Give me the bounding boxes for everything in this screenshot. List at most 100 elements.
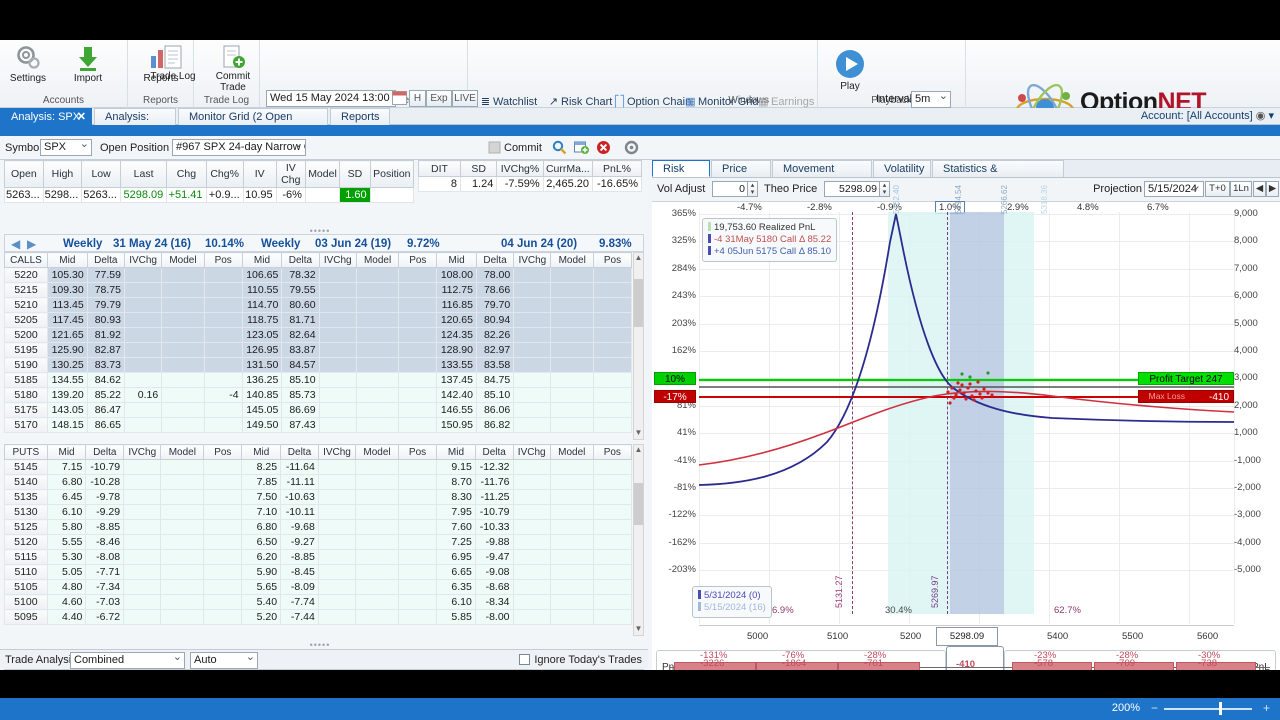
gear-icon[interactable]: [624, 140, 639, 155]
chain-cell[interactable]: [160, 519, 205, 535]
chain-row[interactable]: 5175 143.05 86.47 145.05 86.69 146.55 86.06: [4, 402, 633, 418]
chain-cell[interactable]: [160, 489, 205, 505]
strike-cell[interactable]: 5130: [4, 504, 48, 520]
chain-cell[interactable]: [513, 282, 552, 298]
chain-row[interactable]: 5105 4.80 -7.34 5.65 -8.09 6.35 -8.68: [4, 579, 633, 595]
chain-cell[interactable]: 148.15: [47, 417, 88, 433]
chain-cell[interactable]: 84.75: [475, 372, 515, 388]
chain-cell[interactable]: [355, 564, 399, 580]
chain-cell[interactable]: [160, 549, 205, 565]
chain-cell[interactable]: [203, 549, 243, 565]
chain-cell[interactable]: 78.00: [475, 267, 515, 283]
chain-cell[interactable]: [355, 504, 399, 520]
chain-cell[interactable]: 6.50: [241, 534, 282, 550]
chain-cell[interactable]: [203, 327, 243, 343]
chain-cell[interactable]: [318, 312, 357, 328]
chain-cell[interactable]: [549, 549, 594, 565]
chain-header-model[interactable]: Model: [161, 252, 205, 268]
chain-row[interactable]: 5100 4.60 -7.03 5.40 -7.74 6.10 -8.34: [4, 594, 633, 610]
scroll-thumb[interactable]: [634, 279, 643, 327]
chain-cell[interactable]: [123, 504, 162, 520]
chain-cell[interactable]: 7.50: [241, 489, 282, 505]
chain-cell[interactable]: [203, 357, 243, 373]
chain-cell[interactable]: 4.60: [46, 594, 87, 610]
chain-header-model[interactable]: Model: [549, 444, 594, 460]
chain-cell[interactable]: 83.73: [86, 357, 125, 373]
tab-risk-chart[interactable]: Risk Chart: [652, 160, 710, 191]
chain-cell[interactable]: [123, 564, 162, 580]
search-icon[interactable]: [552, 140, 567, 155]
chain-cell[interactable]: 4.40: [46, 609, 87, 625]
chain-cell[interactable]: [398, 402, 438, 418]
chain-cell[interactable]: [397, 489, 438, 505]
chain-cell[interactable]: [318, 327, 357, 343]
chain-cell[interactable]: [123, 342, 163, 358]
strike-cell[interactable]: 5195: [4, 342, 48, 358]
chain-cell[interactable]: [123, 609, 162, 625]
option-chain-button[interactable]: ⎡⎤ Option Chain: [612, 95, 691, 108]
chain-row[interactable]: 5180 139.20 85.22 0.16 -4 140.85 85.73 142.40 85…: [4, 387, 633, 403]
chain-cell[interactable]: 83.58: [475, 357, 515, 373]
chain-cell[interactable]: [160, 504, 205, 520]
chain-cell[interactable]: [512, 579, 551, 595]
strike-cell[interactable]: 5120: [4, 534, 48, 550]
chain-cell[interactable]: 142.40: [436, 387, 477, 403]
chain-cell[interactable]: [550, 342, 594, 358]
chain-cell[interactable]: -12.32: [474, 459, 514, 475]
chain-cell[interactable]: -10.79: [474, 504, 514, 520]
chain-row[interactable]: 5115 5.30 -8.08 6.20 -8.85 6.95 -9.47: [4, 549, 633, 565]
chain-header-ivchg[interactable]: IVChg: [512, 444, 551, 460]
chain-cell[interactable]: 85.10: [281, 372, 320, 388]
chain-cell[interactable]: [550, 417, 594, 433]
chain-cell[interactable]: 116.85: [436, 297, 477, 313]
chain-cell[interactable]: [203, 504, 243, 520]
chain-cell[interactable]: 7.10: [241, 504, 282, 520]
chain-cell[interactable]: [398, 312, 438, 328]
chain-cell[interactable]: 149.50: [241, 417, 283, 433]
chain-cell[interactable]: [123, 312, 163, 328]
chain-cell[interactable]: -8.09: [280, 579, 319, 595]
chain-header-pos[interactable]: Pos: [592, 252, 633, 268]
chain-cell[interactable]: [512, 519, 551, 535]
account-selector[interactable]: Account: [All Accounts] ◉ ▾: [1141, 108, 1280, 125]
chain-cell[interactable]: [123, 417, 163, 433]
chain-cell[interactable]: 106.65: [241, 267, 283, 283]
chain-cell[interactable]: [123, 459, 162, 475]
chain-header-mid[interactable]: Mid: [436, 252, 477, 268]
chain-cell[interactable]: [317, 609, 357, 625]
chain-cell[interactable]: 130.25: [47, 357, 88, 373]
trading-datetime-input[interactable]: Wed 15 May 2024 13:00: [266, 90, 396, 107]
chain-cell[interactable]: -8.85: [280, 549, 319, 565]
chain-cell[interactable]: [397, 474, 438, 490]
chain-cell[interactable]: 9.15: [436, 459, 476, 475]
chain-cell[interactable]: [550, 267, 594, 283]
chain-cell[interactable]: 83.87: [281, 342, 320, 358]
chain-cell[interactable]: [550, 372, 594, 388]
chain-cell[interactable]: [549, 489, 594, 505]
chain-cell[interactable]: -10.79: [85, 459, 125, 475]
chain-cell[interactable]: [161, 267, 205, 283]
chain-header-delta[interactable]: Delta: [474, 444, 514, 460]
chain-cell[interactable]: 5.80: [46, 519, 87, 535]
chevron-down-icon[interactable]: ▾: [1268, 110, 1274, 122]
delete-icon[interactable]: [596, 140, 611, 155]
chain-cell[interactable]: 80.93: [86, 312, 125, 328]
position-select[interactable]: #967 SPX 24-day Narrow Cal: [172, 139, 306, 156]
chain-cell[interactable]: 5.65: [241, 579, 282, 595]
close-icon[interactable]: ✕: [77, 109, 86, 125]
strike-cell[interactable]: 5100: [4, 594, 48, 610]
chain-cell[interactable]: [161, 342, 205, 358]
play-button[interactable]: Play: [822, 48, 878, 92]
chain-cell[interactable]: 84.62: [86, 372, 125, 388]
chain-cell[interactable]: [592, 372, 633, 388]
chain-row[interactable]: 5210 113.45 79.79 114.70 80.60 116.85 79.70: [4, 297, 633, 313]
chain-cell[interactable]: -4: [203, 387, 243, 403]
chain-cell[interactable]: -10.11: [280, 504, 319, 520]
chain-row[interactable]: 5185 134.55 84.62 136.25 85.10 137.45 84.75: [4, 372, 633, 388]
chain-cell[interactable]: [317, 504, 357, 520]
chain-cell[interactable]: [317, 564, 357, 580]
chain-cell[interactable]: [203, 489, 243, 505]
chain-cell[interactable]: [355, 312, 400, 328]
chain-cell[interactable]: [160, 459, 205, 475]
chain-cell[interactable]: [203, 342, 243, 358]
